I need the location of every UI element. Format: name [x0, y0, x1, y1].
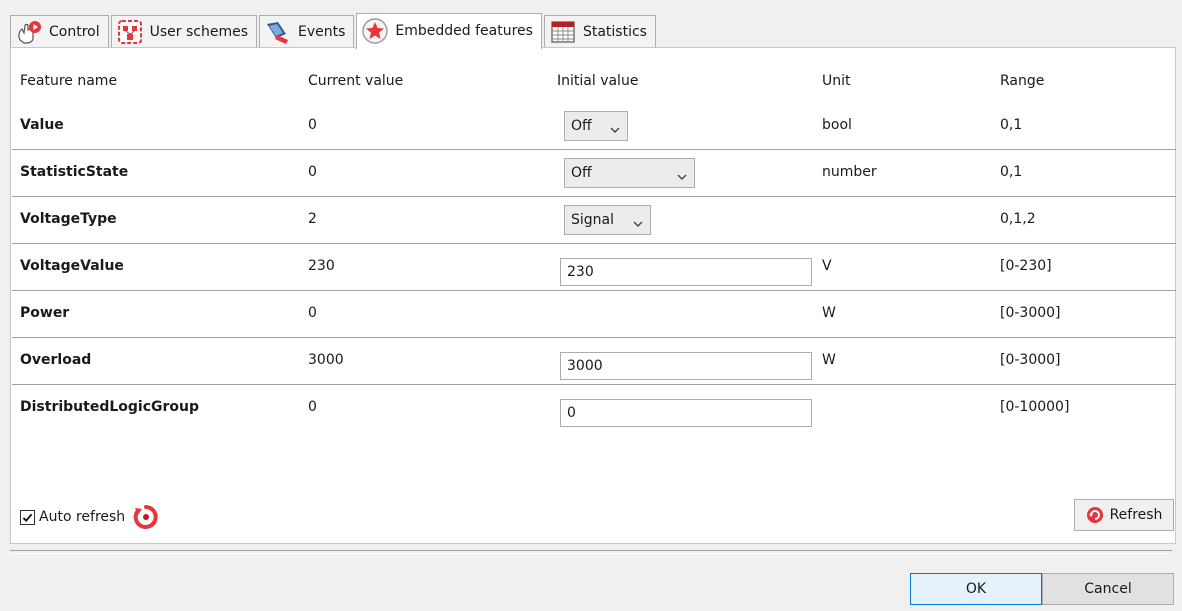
control-hand-icon	[15, 18, 43, 46]
current-value: 0	[308, 305, 317, 321]
unit: bool	[822, 117, 852, 133]
unit: number	[822, 164, 877, 180]
table-row: Value 0 Off bool 0,1	[12, 103, 1176, 150]
tab-user-schemes[interactable]: User schemes	[110, 15, 257, 48]
chevron-down-icon	[609, 122, 621, 133]
auto-refresh-toggle[interactable]: Auto refresh	[20, 504, 159, 530]
feature-name: DistributedLogicGroup	[20, 399, 200, 415]
tab-control[interactable]: Control	[10, 15, 109, 48]
ok-button[interactable]: OK	[910, 573, 1042, 605]
current-value: 3000	[308, 352, 344, 368]
select-value: Signal	[571, 212, 615, 228]
header-range: Range	[1000, 73, 1045, 89]
tab-label: Control	[49, 24, 100, 40]
unit: W	[822, 352, 836, 368]
tab-label: User schemes	[149, 24, 248, 40]
tab-statistics[interactable]: Statistics	[543, 15, 656, 48]
unit: W	[822, 305, 836, 321]
tab-label: Embedded features	[395, 23, 533, 39]
feature-name: Overload	[20, 352, 92, 368]
feature-name: Power	[20, 305, 70, 321]
range: [0-3000]	[1000, 305, 1061, 321]
unit: V	[822, 258, 832, 274]
current-value: 0	[308, 164, 317, 180]
header-unit: Unit	[822, 73, 851, 89]
embedded-features-panel: Feature name Current value Initial value…	[10, 47, 1176, 544]
cancel-button[interactable]: Cancel	[1042, 573, 1174, 605]
table-row: StatisticState 0 Off number 0,1	[12, 150, 1176, 197]
select-value: Off	[571, 165, 592, 181]
initial-value-select[interactable]: Signal	[564, 205, 651, 235]
range: [0-230]	[1000, 258, 1052, 274]
header-feature-name: Feature name	[20, 73, 118, 89]
initial-value-select[interactable]: Off	[564, 158, 695, 188]
initial-value-select[interactable]: Off	[564, 111, 628, 141]
initial-value-field[interactable]: 3000	[560, 352, 812, 380]
feature-name: VoltageValue	[20, 258, 124, 274]
feature-name: StatisticState	[20, 164, 129, 180]
chevron-down-icon	[676, 169, 688, 180]
tab-events[interactable]: Events	[259, 15, 355, 48]
tab-embedded-features[interactable]: Embedded features	[356, 13, 542, 49]
refresh-button-label: Refresh	[1109, 507, 1163, 523]
current-value: 230	[308, 258, 335, 274]
current-value: 2	[308, 211, 317, 227]
footer-separator	[10, 550, 1172, 554]
range: [0-3000]	[1000, 352, 1061, 368]
table-row: VoltageType 2 Signal 0,1,2	[12, 197, 1176, 244]
refresh-button[interactable]: Refresh	[1074, 499, 1174, 531]
initial-value-field[interactable]: 0	[560, 399, 812, 427]
current-value: 0	[308, 117, 317, 133]
current-value: 0	[308, 399, 317, 415]
header-initial-value: Initial value	[557, 73, 639, 89]
feature-name: VoltageType	[20, 211, 117, 227]
auto-refresh-checkbox[interactable]	[20, 509, 35, 525]
select-value: Off	[571, 118, 592, 134]
header-current-value: Current value	[308, 73, 404, 89]
refresh-icon	[1086, 506, 1104, 524]
star-icon	[361, 17, 389, 45]
chevron-down-icon	[632, 216, 644, 227]
tab-label: Events	[298, 24, 346, 40]
table-row: Power 0 W [0-3000]	[12, 291, 1176, 338]
table-row: DistributedLogicGroup 0 0 [0-10000]	[12, 385, 1176, 432]
auto-refresh-spinner-icon	[133, 504, 159, 530]
range: 0,1,2	[1000, 211, 1036, 227]
table-row: Overload 3000 3000 W [0-3000]	[12, 338, 1176, 385]
range: [0-10000]	[1000, 399, 1070, 415]
range: 0,1	[1000, 117, 1023, 133]
tab-bar: Control User schemes Events Embedded fea…	[10, 12, 658, 49]
range: 0,1	[1000, 164, 1023, 180]
initial-value-field[interactable]: 230	[560, 258, 812, 286]
auto-refresh-label: Auto refresh	[39, 509, 126, 525]
statistics-table-icon	[549, 18, 577, 46]
events-icon	[264, 18, 292, 46]
tab-label: Statistics	[582, 24, 647, 40]
feature-name: Value	[20, 117, 64, 133]
table-row: VoltageValue 230 230 V [0-230]	[12, 244, 1176, 291]
checkmark-icon	[22, 513, 33, 522]
user-schemes-icon	[116, 18, 144, 46]
